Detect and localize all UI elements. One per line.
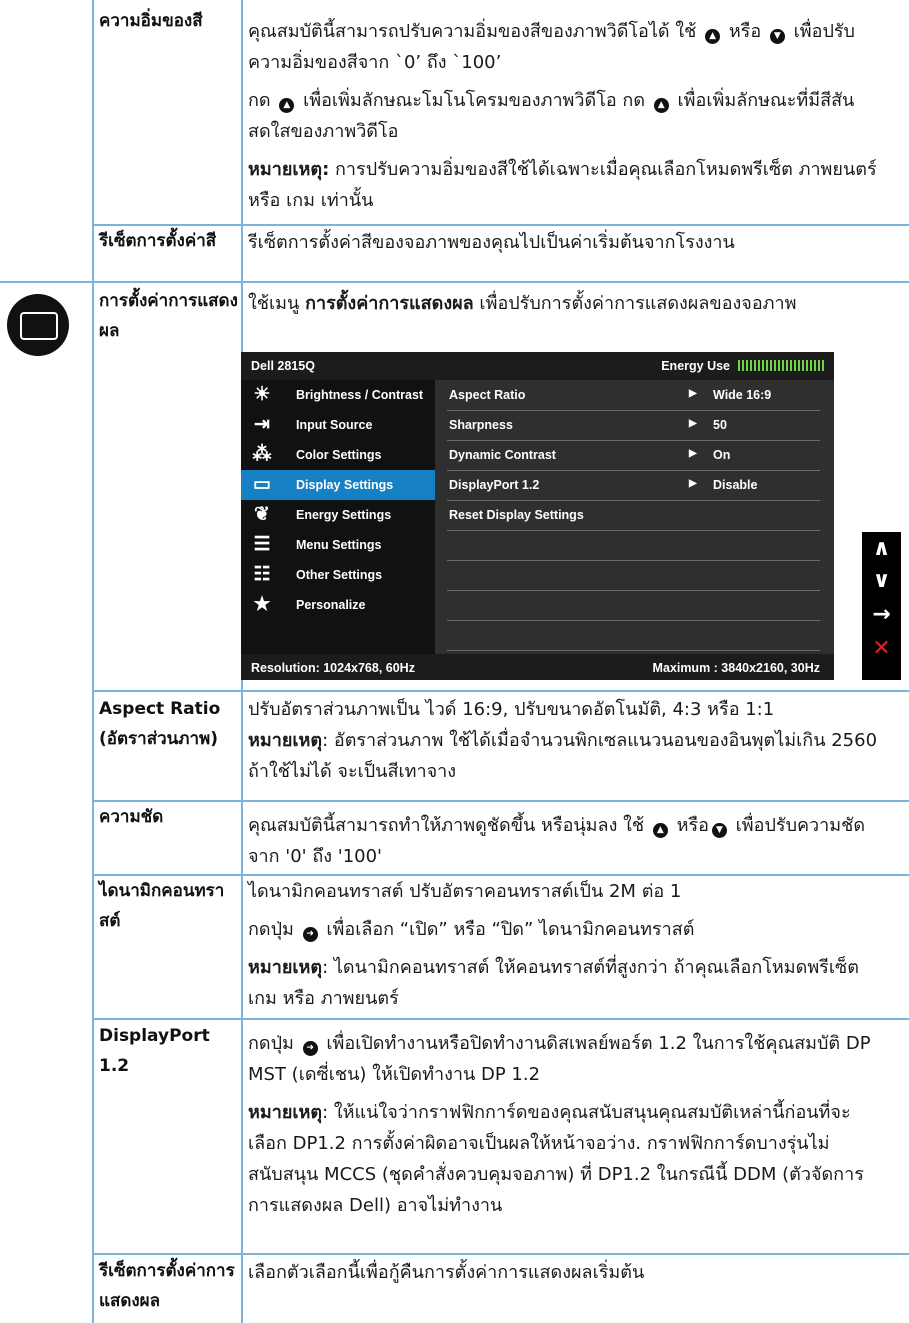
enter-button-icon: ➜ bbox=[302, 927, 318, 942]
arrow-right-icon: ▶ bbox=[689, 448, 697, 459]
osd-menu-brightness: ☀ Brightness / Contrast bbox=[241, 380, 435, 410]
row-text-reset-color: รีเซ็ตการตั้งค่าสีของจอภาพของคุณไปเป็นค่… bbox=[248, 232, 735, 253]
arrow-right-icon: ▶ bbox=[689, 388, 697, 399]
down-arrow-icon: ∨ bbox=[872, 568, 891, 593]
osd-maximum: Maximum : 3840x2160, 30Hz bbox=[652, 661, 820, 675]
osd-submenu: Aspect Ratio ▶ Wide 16:9 Sharpness ▶ 50 Dyna… bbox=[435, 380, 834, 654]
row-divider bbox=[92, 690, 909, 692]
close-icon: ✕ bbox=[872, 636, 891, 661]
osd-energy-label: Energy Use bbox=[661, 359, 730, 373]
osd-menu-display: ▭ Display Settings bbox=[241, 470, 435, 500]
up-button-icon: ▲ bbox=[652, 823, 668, 838]
row-label-reset-display: รีเซ็ตการตั้งค่าการแสดงผล bbox=[99, 1261, 235, 1311]
down-button-icon: ▼ bbox=[711, 823, 727, 838]
osd-side-controls: ∧ ∨ → ✕ bbox=[862, 532, 901, 680]
row-text-reset-display: เลือกตัวเลือกนี้เพื่อกู้คืนการตั้งค่าการ… bbox=[248, 1262, 645, 1283]
up-button-icon: ▲ bbox=[705, 29, 721, 44]
osd-header: Dell 2815Q Energy Use bbox=[241, 352, 834, 380]
right-arrow-icon: → bbox=[872, 602, 891, 627]
section-divider bbox=[0, 281, 909, 283]
row-text-dynamic: ไดนามิกคอนทราสต์ ปรับอัตราคอนทราสต์เป็น … bbox=[248, 881, 859, 1009]
osd-sub-reset: Reset Display Settings bbox=[447, 500, 820, 531]
row-label-dp12: DisplayPort 1.2 bbox=[99, 1026, 210, 1076]
osd-sub-sharpness: Sharpness ▶ 50 bbox=[447, 410, 820, 441]
star-icon: ★ bbox=[253, 594, 271, 615]
up-button-icon: ▲ bbox=[653, 98, 669, 113]
arrow-right-icon: ▶ bbox=[689, 478, 697, 489]
display-settings-icon bbox=[7, 294, 69, 356]
brightness-icon: ☀ bbox=[253, 384, 271, 405]
row-text-display-settings: ใช้เมนู การตั้งค่าการแสดงผล เพื่อปรับการ… bbox=[248, 293, 797, 314]
energy-meter bbox=[738, 360, 826, 371]
osd-menu-personalize: ★ Personalize bbox=[241, 590, 435, 620]
energy-icon: ❦ bbox=[254, 504, 270, 525]
arrow-right-icon: ▶ bbox=[689, 418, 697, 429]
row-text-dp12: กดปุ่ม ➜ เพื่อเปิดทำงานหรือปิดทำงานดิสเพ… bbox=[248, 1033, 871, 1216]
osd-sub-empty bbox=[447, 590, 820, 621]
input-source-icon: ⇥ bbox=[254, 414, 270, 435]
enter-button-icon: ➜ bbox=[302, 1041, 318, 1056]
osd-sub-aspect: Aspect Ratio ▶ Wide 16:9 bbox=[447, 380, 820, 411]
osd-main-menu: ☀ Brightness / Contrast ⇥ Input Source ⁂ Co… bbox=[241, 380, 435, 654]
other-settings-icon: ☷ bbox=[253, 564, 271, 585]
row-divider bbox=[92, 1253, 909, 1255]
osd-sub-empty bbox=[447, 620, 820, 651]
menu-icon: ☰ bbox=[253, 534, 271, 555]
column-divider-left bbox=[92, 0, 94, 1323]
up-button-icon: ▲ bbox=[279, 98, 295, 113]
osd-footer: Resolution: 1024x768, 60Hz Maximum : 384… bbox=[241, 654, 834, 680]
osd-menu-energy: ❦ Energy Settings bbox=[241, 500, 435, 530]
color-icon: ⁂ bbox=[252, 444, 272, 465]
osd-sub-empty bbox=[447, 530, 820, 561]
osd-resolution: Resolution: 1024x768, 60Hz bbox=[251, 661, 415, 675]
osd-model: Dell 2815Q bbox=[251, 359, 315, 373]
osd-sub-empty bbox=[447, 560, 820, 591]
osd-menu-color: ⁂ Color Settings bbox=[252, 444, 382, 465]
osd-menu-screenshot: Dell 2815Q Energy Use ☀ Brightness / Cont… bbox=[241, 352, 834, 680]
row-label-sharpness: ความชัด bbox=[99, 807, 164, 827]
osd-menu-other: ☷ Other Settings bbox=[241, 560, 435, 590]
display-icon: ▭ bbox=[253, 474, 271, 495]
osd-sub-dynamic: Dynamic Contrast ▶ On bbox=[447, 440, 820, 471]
row-label-reset-color: รีเซ็ตการตั้งค่าสี bbox=[99, 231, 217, 251]
row-label-dynamic: ไดนามิกคอนทราสต์ bbox=[99, 881, 225, 931]
down-button-icon: ▼ bbox=[769, 29, 785, 44]
row-text-aspect: ปรับอัตราส่วนภาพเป็น ไวด์ 16:9, ปรับขนาด… bbox=[248, 699, 878, 782]
row-text-sharpness: คุณสมบัตินี้สามารถทำให้ภาพดูชัดขึ้น หรือ… bbox=[248, 815, 866, 867]
row-label-saturation: ความอิ่มของสี bbox=[99, 11, 203, 31]
up-arrow-icon: ∧ bbox=[872, 536, 891, 561]
osd-menu-input-source: ⇥ Input Source bbox=[241, 410, 435, 440]
row-label-aspect: Aspect Ratio (อัตราส่วนภาพ) bbox=[99, 699, 221, 749]
row-text-saturation: คุณสมบัตินี้สามารถปรับความอิ่มของสีของภา… bbox=[248, 21, 877, 211]
osd-sub-dp12: DisplayPort 1.2 ▶ Disable bbox=[447, 470, 820, 501]
osd-menu-menu-settings: ☰ Menu Settings bbox=[241, 530, 435, 560]
row-label-display-settings: การตั้งค่าการแสดงผล bbox=[99, 291, 238, 341]
